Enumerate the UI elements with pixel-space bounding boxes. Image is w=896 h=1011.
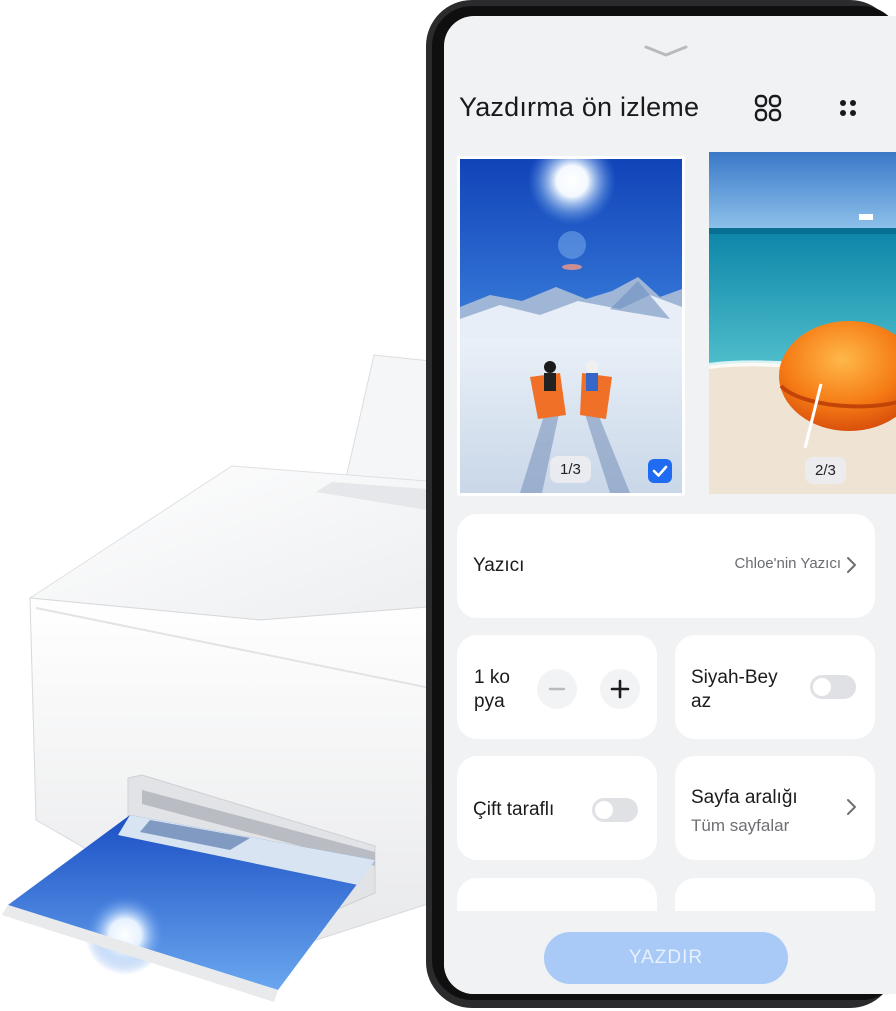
- decrease-copies-button[interactable]: [537, 669, 577, 709]
- page-title: Yazdırma ön izleme: [459, 92, 700, 122]
- chevron-right-icon: [847, 799, 856, 815]
- printer-label: Yazıcı: [473, 555, 525, 576]
- duplex-label: Çift taraflı: [473, 799, 555, 820]
- toggle-knob: [595, 801, 613, 819]
- copies-control: 1 ko pya: [457, 635, 657, 739]
- copies-label: 1 ko pya: [474, 667, 510, 712]
- grid-view-icon[interactable]: [750, 90, 786, 126]
- beach-photo: [709, 152, 896, 494]
- black-white-label: Siyah-Bey az: [691, 667, 778, 712]
- increase-copies-button[interactable]: [600, 669, 640, 709]
- chevron-right-icon: [847, 557, 856, 573]
- black-white-setting: Siyah-Bey az: [675, 635, 875, 739]
- preview-page-2[interactable]: 2/3: [709, 152, 896, 494]
- minus-icon: [548, 687, 566, 691]
- phone: Yazdırma ön izleme 1/3 2/3 Yazıcı Chloe'…: [426, 0, 896, 1011]
- preview-strip[interactable]: 1/3 2/3: [444, 152, 896, 498]
- snow-photo: [460, 159, 682, 493]
- page-range-value: Tüm sayfalar: [691, 816, 790, 835]
- more-options-icon[interactable]: [830, 90, 866, 126]
- page-range-selector[interactable]: Sayfa aralığı Tüm sayfalar: [675, 756, 875, 860]
- duplex-setting: Çift taraflı: [457, 756, 657, 860]
- print-button[interactable]: YAZDIR: [544, 932, 788, 984]
- check-icon: [652, 465, 668, 477]
- page-range-label: Sayfa aralığı: [691, 787, 798, 808]
- printer-selector[interactable]: Yazıcı Chloe'nin Yazıcı: [457, 514, 875, 618]
- duplex-toggle[interactable]: [592, 798, 638, 822]
- print-preview-sheet: Yazdırma ön izleme 1/3 2/3 Yazıcı Chloe'…: [444, 16, 896, 994]
- printer-name: Chloe'nin Yazıcı: [734, 555, 841, 572]
- selected-checkbox[interactable]: [648, 459, 672, 483]
- page-number-badge: 1/3: [550, 456, 591, 483]
- plus-icon: [610, 679, 630, 699]
- preview-page-1[interactable]: 1/3: [457, 156, 685, 496]
- toggle-knob: [813, 678, 831, 696]
- page-number-badge: 2/3: [805, 457, 846, 484]
- chevron-down-icon[interactable]: [644, 44, 688, 58]
- black-white-toggle[interactable]: [810, 675, 856, 699]
